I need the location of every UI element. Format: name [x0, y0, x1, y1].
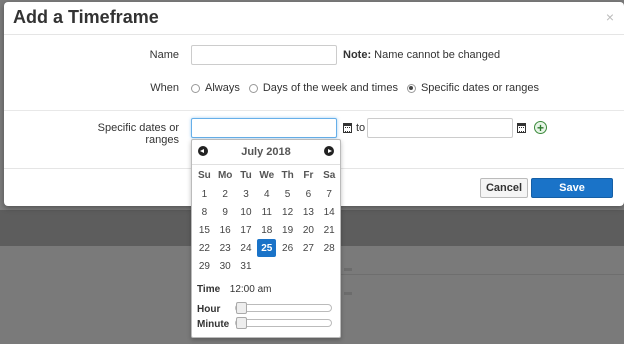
- day-cell[interactable]: 23: [215, 239, 236, 257]
- weekday-label: Sa: [323, 169, 336, 181]
- radio-circle: [191, 83, 200, 93]
- minute-slider-row: Minute: [197, 319, 229, 330]
- datepicker-popup: July 2018 Su Mo Tu We Th Fr Sa 1 2 3 4 5 6 7 8 9 10 11 12…: [191, 139, 341, 338]
- radio-circle-checked: [406, 83, 416, 93]
- calendar-icon: [516, 123, 526, 133]
- radio-specific-dates[interactable]: Specific dates or ranges: [406, 82, 539, 94]
- modal-title: Add a Timeframe: [13, 7, 159, 27]
- minute-label: Minute: [197, 319, 230, 330]
- backdrop-mark: [344, 268, 352, 271]
- day-cell[interactable]: 10: [236, 203, 257, 221]
- dates-label: Specific dates or ranges: [97, 122, 179, 146]
- day-cell[interactable]: 7: [319, 185, 340, 203]
- weekday-label: Tu: [240, 169, 252, 181]
- radio-days-of-week[interactable]: Days of the week and times: [248, 82, 398, 94]
- end-date-input[interactable]: [367, 118, 513, 138]
- day-cell[interactable]: 20: [298, 221, 319, 239]
- close-icon[interactable]: ×: [606, 9, 614, 25]
- day-grid: 1 2 3 4 5 6 7 8 9 10 11 12 13 14 15 16 17 18 19 20 21 22 23 24 2…: [194, 185, 340, 275]
- weekday-header-row: Su Mo Tu We Th Fr Sa: [194, 165, 340, 185]
- day-cell[interactable]: 16: [215, 221, 236, 239]
- day-cell[interactable]: 12: [277, 203, 298, 221]
- name-note: Note: Name cannot be changed: [343, 49, 501, 61]
- weekday-label: Th: [281, 169, 294, 181]
- hour-slider[interactable]: [235, 302, 332, 314]
- day-cell[interactable]: 5: [277, 185, 298, 203]
- day-cell[interactable]: 9: [215, 203, 236, 221]
- time-value: 12:00 am: [229, 284, 272, 295]
- day-cell[interactable]: 6: [298, 185, 319, 203]
- day-cell[interactable]: 8: [194, 203, 215, 221]
- weekday-label: We: [259, 169, 275, 181]
- weekday-label: Mo: [217, 169, 233, 181]
- radio-circle: [248, 83, 258, 93]
- when-label: When: [150, 82, 179, 94]
- day-cell-selected[interactable]: 25: [257, 239, 277, 257]
- day-cell[interactable]: 29: [194, 257, 215, 275]
- end-calendar-button[interactable]: [514, 119, 528, 137]
- day-cell[interactable]: 30: [215, 257, 236, 275]
- day-cell[interactable]: 2: [215, 185, 236, 203]
- day-cell[interactable]: 13: [298, 203, 319, 221]
- day-cell[interactable]: 15: [194, 221, 215, 239]
- day-cell[interactable]: 28: [319, 239, 340, 257]
- save-button[interactable]: Save: [531, 178, 613, 198]
- hour-slider-handle[interactable]: [236, 302, 247, 314]
- day-cell[interactable]: 18: [256, 221, 277, 239]
- weekday-label: Su: [198, 169, 211, 181]
- name-label: Name: [149, 49, 179, 61]
- when-radio-group: Always Days of the week and times Specif…: [191, 82, 548, 94]
- time-label: Time: [197, 284, 221, 295]
- day-cell[interactable]: 26: [277, 239, 298, 257]
- time-readout: Time 12:00 am: [197, 284, 271, 295]
- hour-label: Hour: [197, 304, 221, 315]
- day-cell[interactable]: 27: [298, 239, 319, 257]
- month-title: July 2018: [241, 146, 291, 158]
- day-cell[interactable]: 1: [194, 185, 215, 203]
- hour-slider-row: Hour: [197, 304, 220, 315]
- radio-always[interactable]: Always: [191, 82, 240, 94]
- start-calendar-button[interactable]: [340, 119, 354, 137]
- day-cell[interactable]: 19: [277, 221, 298, 239]
- minute-slider[interactable]: [235, 317, 332, 329]
- day-cell[interactable]: 22: [194, 239, 215, 257]
- day-cell[interactable]: 31: [236, 257, 257, 275]
- datepicker-header: July 2018: [192, 140, 340, 164]
- to-label: to: [356, 122, 366, 134]
- day-cell[interactable]: 24: [236, 239, 257, 257]
- modal-header: Add a Timeframe ×: [4, 2, 624, 35]
- weekday-label: Fr: [303, 169, 314, 181]
- name-input[interactable]: [191, 45, 337, 65]
- day-cell[interactable]: 11: [256, 203, 277, 221]
- day-cell[interactable]: 4: [256, 185, 277, 203]
- backdrop-mark: [344, 292, 352, 295]
- form-divider: [4, 110, 624, 111]
- plus-circle-icon[interactable]: +: [534, 121, 547, 134]
- day-cell[interactable]: 14: [319, 203, 340, 221]
- calendar-icon: [342, 123, 352, 133]
- day-cell[interactable]: 17: [236, 221, 257, 239]
- next-month-icon[interactable]: [324, 146, 334, 156]
- cancel-button[interactable]: Cancel: [480, 178, 528, 198]
- day-cell[interactable]: 3: [236, 185, 257, 203]
- start-date-input[interactable]: [191, 118, 337, 138]
- day-cell[interactable]: 21: [319, 221, 340, 239]
- minute-slider-handle[interactable]: [236, 317, 247, 329]
